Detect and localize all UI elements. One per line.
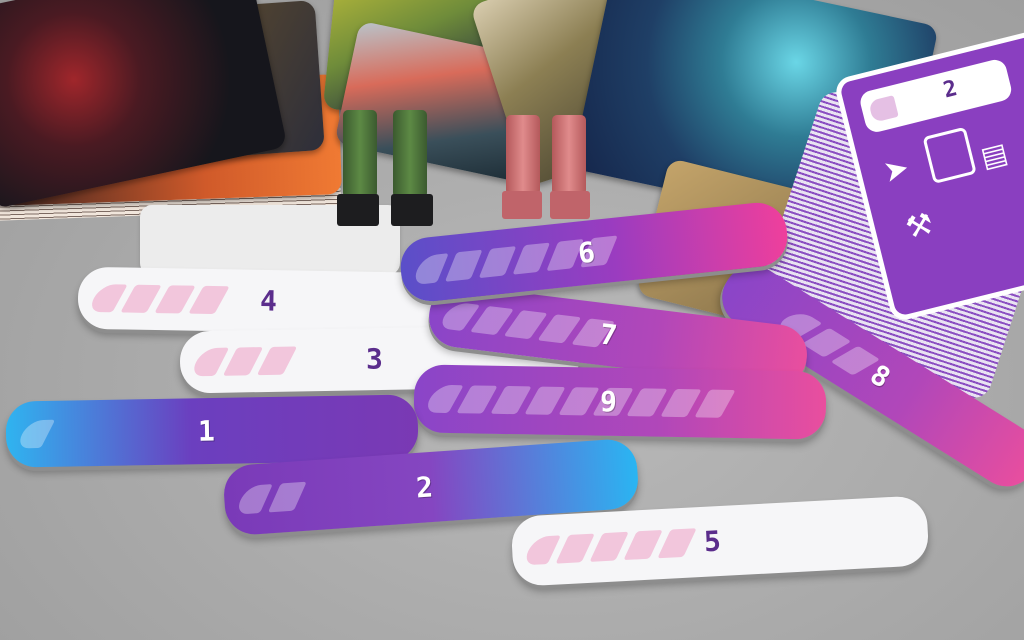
token-bar (589, 531, 629, 562)
figurine-pink (500, 115, 600, 225)
token-bar (623, 529, 663, 561)
figurine-pink-foot (502, 191, 542, 219)
token-bar (234, 484, 273, 515)
figurine-green-foot (391, 194, 433, 226)
token-bar (188, 285, 230, 315)
token-bar (267, 481, 307, 513)
token-number: 3 (365, 342, 384, 376)
token-bar (444, 249, 483, 282)
figurine-green (335, 110, 445, 230)
card-level-bar (868, 95, 899, 123)
cursor-icon: ➤ (879, 150, 913, 191)
calculator-icon (922, 126, 977, 184)
token-progress-bars (436, 301, 616, 349)
token-number: 5 (703, 524, 722, 559)
token-bar (411, 253, 449, 286)
token-progress-bars (86, 284, 230, 315)
figurine-green-foot (337, 194, 379, 226)
figurine-green-leg (343, 110, 377, 198)
token-progress-bars (14, 419, 56, 449)
card-number-panel: 2 (857, 57, 1014, 135)
token-bar (222, 347, 264, 376)
token-bar (555, 533, 595, 564)
token-number: 6 (576, 235, 597, 271)
figurine-pink-leg (552, 115, 586, 195)
token-number: 1 (197, 414, 216, 448)
figurine-green-leg (393, 110, 427, 198)
token-bar (478, 246, 517, 279)
token-bar (694, 389, 736, 418)
token-bar (256, 346, 298, 376)
token-number: 2 (414, 470, 435, 505)
token-bar (188, 347, 230, 377)
figurine-pink-leg (506, 115, 540, 195)
token-number: 7 (598, 317, 619, 353)
connector-icon: ▤ (977, 135, 1011, 175)
token-number: 4 (259, 284, 278, 318)
token-bar (521, 535, 561, 566)
token-progress-bars (234, 481, 307, 515)
token-bar (512, 242, 551, 275)
token-progress-bars (422, 384, 736, 418)
card-number: 2 (940, 75, 960, 104)
tool-icon: ⚒ (902, 206, 937, 247)
level-token-9[interactable]: 9 (413, 364, 827, 440)
token-progress-bars (521, 528, 697, 566)
token-bar (657, 528, 697, 559)
board-game-photo: 2 ➤ ▤ ⚒ 4 3 8 7 6 9 1 2 5 (0, 0, 1024, 640)
token-bar (14, 419, 56, 449)
token-number: 9 (599, 385, 618, 419)
figurine-pink-foot (550, 191, 590, 219)
token-progress-bars (188, 346, 298, 377)
